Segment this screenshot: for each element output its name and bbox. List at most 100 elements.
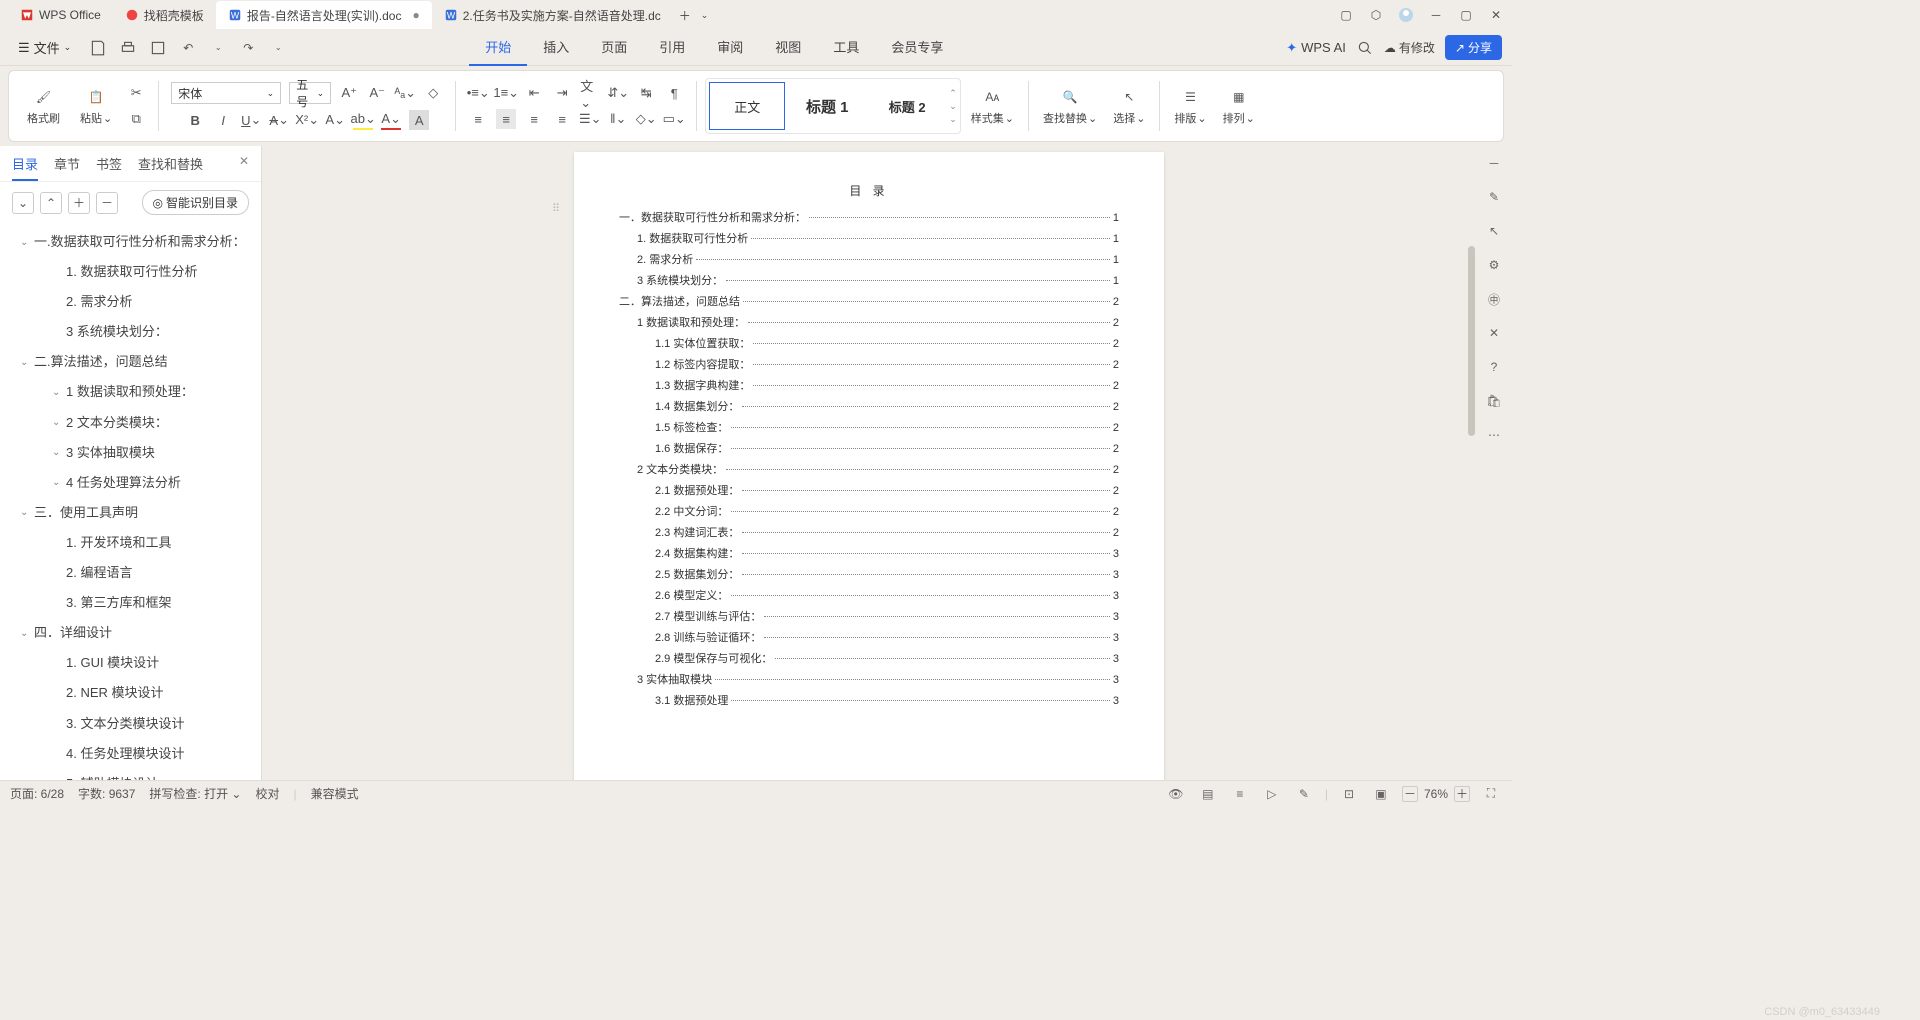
eye-icon[interactable]: 👁 bbox=[1165, 783, 1187, 805]
bullets-icon[interactable]: •≡⌄ bbox=[468, 83, 488, 103]
page-indicator[interactable]: 页面: 6/28 bbox=[10, 785, 64, 802]
tab-view[interactable]: 视图 bbox=[759, 29, 817, 66]
toc-item[interactable]: 2. 编程语言 bbox=[0, 558, 261, 588]
doc-toc-row[interactable]: 2.2 中文分词：2 bbox=[619, 503, 1119, 519]
borders-icon[interactable]: ▭⌄ bbox=[664, 109, 684, 129]
style-scroll-up[interactable]: ⌃ bbox=[949, 88, 957, 99]
toc-item[interactable]: 3. 文本分类模块设计 bbox=[0, 709, 261, 739]
smart-detect-button[interactable]: ◎智能识别目录 bbox=[142, 190, 250, 215]
app-tab-doc-active[interactable]: W 报告-自然语言处理(实训).doc ● bbox=[216, 1, 432, 29]
toc-item[interactable]: ⌄一.数据获取可行性分析和需求分析： bbox=[0, 227, 261, 257]
toc-item[interactable]: 4. 任务处理模块设计 bbox=[0, 739, 261, 769]
fit-width-icon[interactable]: ▣ bbox=[1370, 783, 1392, 805]
page-view-icon[interactable]: ▤ bbox=[1197, 783, 1219, 805]
search-icon[interactable] bbox=[1356, 39, 1374, 57]
help-rail-icon[interactable]: ? bbox=[1483, 356, 1505, 378]
apps-icon[interactable]: ▢ bbox=[1338, 7, 1354, 23]
char-shading-icon[interactable]: A bbox=[409, 110, 429, 130]
redo-icon[interactable]: ↷ bbox=[239, 39, 257, 57]
doc-toc-row[interactable]: 一．数据获取可行性分析和需求分析：1 bbox=[619, 209, 1119, 225]
select-button[interactable]: ↖选择⌄ bbox=[1107, 84, 1151, 128]
undo-icon[interactable]: ↶ bbox=[179, 39, 197, 57]
style-set-button[interactable]: Aᴀ样式集⌄ bbox=[965, 84, 1020, 128]
app-tab-template[interactable]: 找稻壳模板 bbox=[113, 1, 216, 29]
doc-toc-row[interactable]: 1.6 数据保存：2 bbox=[619, 440, 1119, 456]
text-effects-icon[interactable]: A⌄ bbox=[325, 110, 345, 130]
print-icon[interactable] bbox=[119, 39, 137, 57]
style-scroll-down[interactable]: ⌄ bbox=[949, 101, 957, 112]
toc-item[interactable]: ⌄二.算法描述，问题总结 bbox=[0, 347, 261, 377]
pencil-icon[interactable]: ✎ bbox=[1483, 186, 1505, 208]
more-rail-icon[interactable]: ⋯ bbox=[1483, 424, 1505, 446]
toc-item[interactable]: 1. GUI 模块设计 bbox=[0, 648, 261, 678]
cursor-rail-icon[interactable]: ↖ bbox=[1483, 220, 1505, 242]
align-center-icon[interactable]: ≡ bbox=[496, 109, 516, 129]
grow-font-icon[interactable]: A⁺ bbox=[339, 83, 359, 103]
copy-icon[interactable]: ⧉ bbox=[126, 109, 146, 129]
strikethrough-icon[interactable]: A⌄ bbox=[269, 110, 289, 130]
style-body[interactable]: 正文 bbox=[709, 82, 785, 130]
superscript-icon[interactable]: X²⌄ bbox=[297, 110, 317, 130]
doc-toc-row[interactable]: 2 文本分类模块：2 bbox=[619, 461, 1119, 477]
add-button[interactable]: ＋ bbox=[68, 192, 90, 214]
translate-rail-icon[interactable]: ㊥ bbox=[1483, 288, 1505, 310]
sidebar-tab-bookmarks[interactable]: 书签 bbox=[96, 154, 122, 181]
document-page[interactable]: ⠿ 目 录 一．数据获取可行性分析和需求分析：11. 数据获取可行性分析12. … bbox=[574, 152, 1164, 780]
chevron-down-icon[interactable]: ⌄ bbox=[209, 39, 227, 57]
sort-icon[interactable]: ⇵⌄ bbox=[608, 83, 628, 103]
tab-member[interactable]: 会员专享 bbox=[875, 29, 959, 66]
doc-toc-row[interactable]: 2.5 数据集划分：3 bbox=[619, 566, 1119, 582]
doc-toc-row[interactable]: 2. 需求分析1 bbox=[619, 251, 1119, 267]
doc-toc-row[interactable]: 3 系统模块划分：1 bbox=[619, 272, 1119, 288]
text-direction-icon[interactable]: 文⌄ bbox=[580, 83, 600, 103]
toc-item[interactable]: 3 系统模块划分： bbox=[0, 317, 261, 347]
sidebar-tab-chapters[interactable]: 章节 bbox=[54, 154, 80, 181]
edit-view-icon[interactable]: ✎ bbox=[1293, 783, 1315, 805]
doc-toc-row[interactable]: 1.1 实体位置获取：2 bbox=[619, 335, 1119, 351]
doc-toc-row[interactable]: 1. 数据获取可行性分析1 bbox=[619, 230, 1119, 246]
format-painter-button[interactable]: 🖌格式刷 bbox=[21, 84, 66, 128]
underline-icon[interactable]: U⌄ bbox=[241, 110, 261, 130]
doc-toc-row[interactable]: 1 数据读取和预处理：2 bbox=[619, 314, 1119, 330]
word-count[interactable]: 字数: 9637 bbox=[78, 785, 135, 802]
cut-icon[interactable]: ✂ bbox=[126, 83, 146, 103]
doc-toc-row[interactable]: 2.3 构建词汇表：2 bbox=[619, 524, 1119, 540]
italic-icon[interactable]: I bbox=[213, 110, 233, 130]
toc-item[interactable]: 3. 第三方库和框架 bbox=[0, 588, 261, 618]
scrollbar-thumb[interactable] bbox=[1468, 246, 1475, 436]
wrench-rail-icon[interactable]: ✕ bbox=[1483, 322, 1505, 344]
wps-ai-button[interactable]: ✦ WPS AI bbox=[1286, 40, 1346, 56]
shading-icon[interactable]: ◇⌄ bbox=[636, 109, 656, 129]
doc-toc-row[interactable]: 2.8 训练与验证循环：3 bbox=[619, 629, 1119, 645]
align-right-icon[interactable]: ≡ bbox=[524, 109, 544, 129]
bold-icon[interactable]: B bbox=[185, 110, 205, 130]
font-family-select[interactable]: 宋体⌄ bbox=[171, 82, 281, 104]
avatar-icon[interactable] bbox=[1398, 7, 1414, 23]
revisions-button[interactable]: ☁ 有修改 bbox=[1384, 39, 1435, 56]
arrange-button[interactable]: ▦排列⌄ bbox=[1217, 84, 1261, 128]
paste-button[interactable]: 📋粘贴⌄ bbox=[74, 84, 118, 128]
clear-format-icon[interactable]: ◇ bbox=[423, 83, 443, 103]
maximize-button[interactable]: ▢ bbox=[1458, 7, 1474, 23]
toc-item[interactable]: ⌄四．详细设计 bbox=[0, 618, 261, 648]
remove-button[interactable]: － bbox=[96, 192, 118, 214]
toc-item[interactable]: ⌄三．使用工具声明 bbox=[0, 498, 261, 528]
tab-insert[interactable]: 插入 bbox=[527, 29, 585, 66]
show-marks-icon[interactable]: ¶ bbox=[664, 83, 684, 103]
tab-home[interactable]: 开始 bbox=[469, 29, 527, 66]
font-size-select[interactable]: 五号⌄ bbox=[289, 82, 331, 104]
doc-toc-row[interactable]: 2.7 模型训练与评估：3 bbox=[619, 608, 1119, 624]
toc-item[interactable]: 2. NER 模块设计 bbox=[0, 678, 261, 708]
doc-toc-row[interactable]: 3.1 数据预处理3 bbox=[619, 692, 1119, 708]
close-button[interactable]: ✕ bbox=[1488, 7, 1504, 23]
app-tab-doc2[interactable]: W 2.任务书及实施方案-自然语音处理.dc bbox=[432, 1, 673, 29]
toc-item[interactable]: ⌄1 数据读取和预处理： bbox=[0, 377, 261, 407]
sidebar-tab-find[interactable]: 查找和替换 bbox=[138, 154, 203, 181]
tab-review[interactable]: 审阅 bbox=[701, 29, 759, 66]
file-menu-button[interactable]: ☰ 文件 ⌄ bbox=[10, 34, 79, 61]
share-button[interactable]: ↗ 分享 bbox=[1445, 35, 1502, 60]
collapse-rail-icon[interactable]: ─ bbox=[1483, 152, 1505, 174]
sidebar-tab-toc[interactable]: 目录 bbox=[12, 154, 38, 181]
doc-toc-row[interactable]: 2.9 模型保存与可视化：3 bbox=[619, 650, 1119, 666]
doc-toc-row[interactable]: 3 实体抽取模块3 bbox=[619, 671, 1119, 687]
